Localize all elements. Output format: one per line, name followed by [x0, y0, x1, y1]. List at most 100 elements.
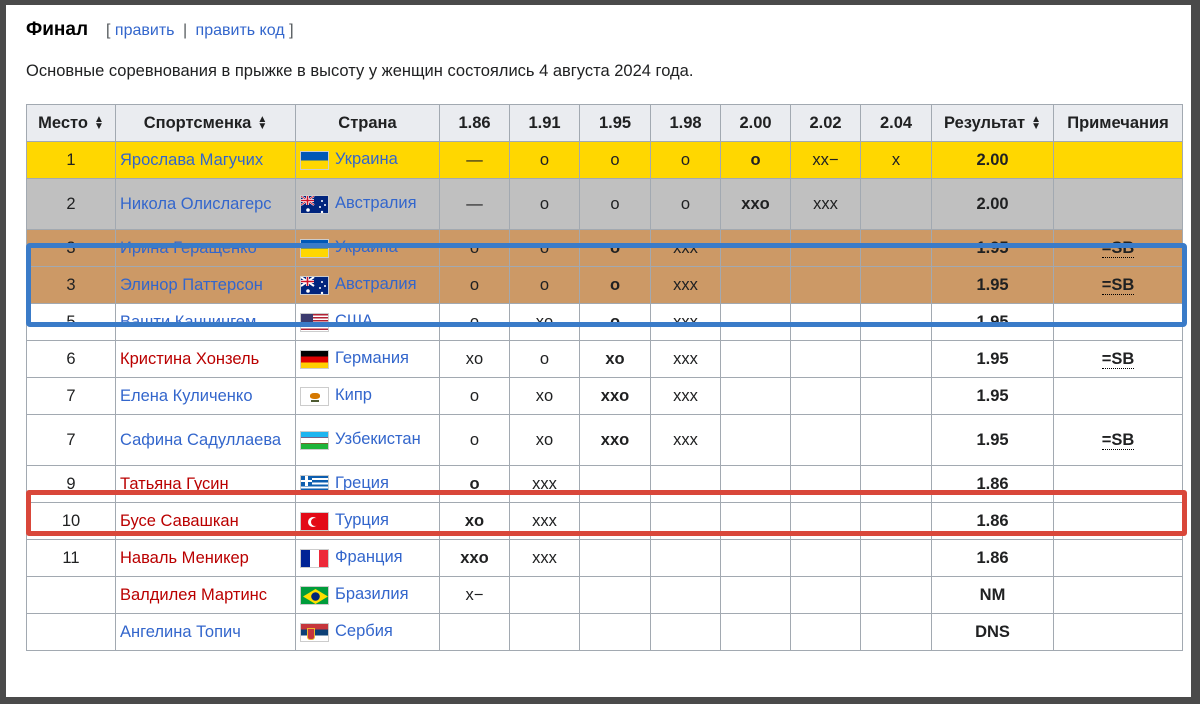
athlete-link[interactable]: Элинор Паттерсон [120, 276, 263, 294]
attempt-cell [790, 266, 861, 304]
note-cell [1053, 576, 1183, 614]
note-abbr[interactable]: =SB [1101, 349, 1135, 369]
result-cell: 1.86 [931, 465, 1054, 503]
attempt-cell: o [439, 377, 510, 415]
athlete-link[interactable]: Вашти Каннингем [120, 313, 256, 331]
country-link[interactable]: Турция [335, 511, 389, 529]
attempt-cell: o [509, 340, 580, 378]
edit-link[interactable]: править [115, 22, 175, 39]
sort-icon[interactable]: ▲ ▼ [257, 115, 267, 132]
athlete-link[interactable]: Ярослава Магучих [120, 151, 263, 169]
athlete-redlink[interactable]: Бусе Савашкан [120, 512, 239, 530]
country-link[interactable]: Узбекистан [335, 430, 421, 448]
country-cell: Турция [295, 502, 440, 540]
table-row: 1 Ярослава Магучих Украина — o o o o xx−… [26, 141, 1183, 179]
country-link[interactable]: Германия [335, 349, 409, 367]
attempt-cell: xo [509, 377, 580, 415]
attempt-cell [509, 613, 580, 651]
attempt-cell: xxx [650, 229, 721, 267]
note-cell: =SB [1053, 266, 1183, 304]
edit-section-links: [ править | править код ] [106, 22, 294, 40]
edit-code-link[interactable]: править код [196, 22, 285, 39]
result-cell: 1.95 [931, 303, 1054, 341]
athlete-link[interactable]: Никола Олислагерс [120, 195, 272, 213]
attempt-cell: o [509, 178, 580, 230]
attempt-cell [790, 613, 861, 651]
country-link[interactable]: Греция [335, 474, 389, 492]
col-header-place[interactable]: Место ▲ ▼ [26, 104, 116, 142]
edit-bracket-open: [ [106, 22, 111, 39]
attempt-cell: o [650, 141, 721, 179]
attempt-cell: xo [579, 340, 651, 378]
place-cell [26, 576, 116, 614]
attempt-cell: xxx [509, 539, 580, 577]
athlete-link[interactable]: Ирина Геращенко [120, 239, 257, 257]
country-link[interactable]: Франция [335, 548, 403, 566]
country-link[interactable]: США [335, 312, 373, 330]
country-cell: Сербия [295, 613, 440, 651]
attempt-cell [720, 502, 791, 540]
athlete-link[interactable]: Ангелина Топич [120, 623, 241, 641]
note-abbr[interactable]: =SB [1101, 238, 1135, 258]
attempt-cell: xo [509, 303, 580, 341]
attempt-cell [720, 303, 791, 341]
note-cell [1053, 502, 1183, 540]
result-cell: DNS [931, 613, 1054, 651]
attempt-cell [860, 576, 932, 614]
country-link[interactable]: Украина [335, 238, 398, 256]
country-cell: Кипр [295, 377, 440, 415]
attempt-cell: x− [439, 576, 510, 614]
place-cell: 5 [26, 303, 116, 341]
attempt-cell: xxx [650, 414, 721, 466]
athlete-redlink[interactable]: Наваль Меникер [120, 549, 249, 567]
athlete-cell: Никола Олислагерс [115, 178, 296, 230]
country-link[interactable]: Австралия [335, 275, 417, 293]
attempt-cell: xxx [509, 502, 580, 540]
attempt-cell: o [439, 229, 510, 267]
sort-icon[interactable]: ▲ ▼ [94, 115, 104, 132]
athlete-cell: Элинор Паттерсон [115, 266, 296, 304]
col-header-2-04: 2.04 [860, 104, 932, 142]
attempt-cell [860, 229, 932, 267]
note-abbr[interactable]: =SB [1101, 430, 1135, 450]
attempt-cell [579, 539, 651, 577]
attempt-cell: xo [509, 414, 580, 466]
attempt-cell: o [509, 229, 580, 267]
attempt-cell: xxo [439, 539, 510, 577]
athlete-redlink[interactable]: Татьяна Гусин [120, 475, 229, 493]
country-link[interactable]: Кипр [335, 386, 372, 404]
note-abbr[interactable]: =SB [1101, 275, 1135, 295]
place-cell: 3 [26, 229, 116, 267]
sort-icon[interactable]: ▲ ▼ [1031, 115, 1041, 132]
country-link[interactable]: Австралия [335, 194, 417, 212]
athlete-redlink[interactable]: Кристина Хонзель [120, 350, 259, 368]
athlete-cell: Ирина Геращенко [115, 229, 296, 267]
athlete-link[interactable]: Елена Куличенко [120, 387, 253, 405]
attempt-cell [790, 340, 861, 378]
attempt-cell [790, 465, 861, 503]
result-cell: 1.95 [931, 414, 1054, 466]
place-cell: 2 [26, 178, 116, 230]
col-header-athlete[interactable]: Спортсменка ▲ ▼ [115, 104, 296, 142]
result-cell: NM [931, 576, 1054, 614]
athlete-link[interactable]: Сафина Садуллаева [120, 431, 281, 449]
country-cell: Греция [295, 465, 440, 503]
attempt-cell [650, 465, 721, 503]
intro-paragraph: Основные соревнования в прыжке в высоту … [26, 62, 694, 80]
attempt-cell [720, 613, 791, 651]
country-link[interactable]: Украина [335, 150, 398, 168]
result-cell: 1.95 [931, 340, 1054, 378]
country-link[interactable]: Бразилия [335, 585, 409, 603]
attempt-cell: xxo [579, 377, 651, 415]
col-header-result[interactable]: Результат ▲ ▼ [931, 104, 1054, 142]
attempt-cell [860, 340, 932, 378]
athlete-redlink[interactable]: Валдилея Мартинс [120, 586, 267, 604]
athlete-cell: Вашти Каннингем [115, 303, 296, 341]
result-cell: 1.95 [931, 229, 1054, 267]
attempt-cell [579, 613, 651, 651]
country-link[interactable]: Сербия [335, 622, 393, 640]
attempt-cell: o [509, 141, 580, 179]
note-cell: =SB [1053, 229, 1183, 267]
athlete-cell: Валдилея Мартинс [115, 576, 296, 614]
table-row: Ангелина Топич Сербия DNS [26, 613, 1183, 651]
